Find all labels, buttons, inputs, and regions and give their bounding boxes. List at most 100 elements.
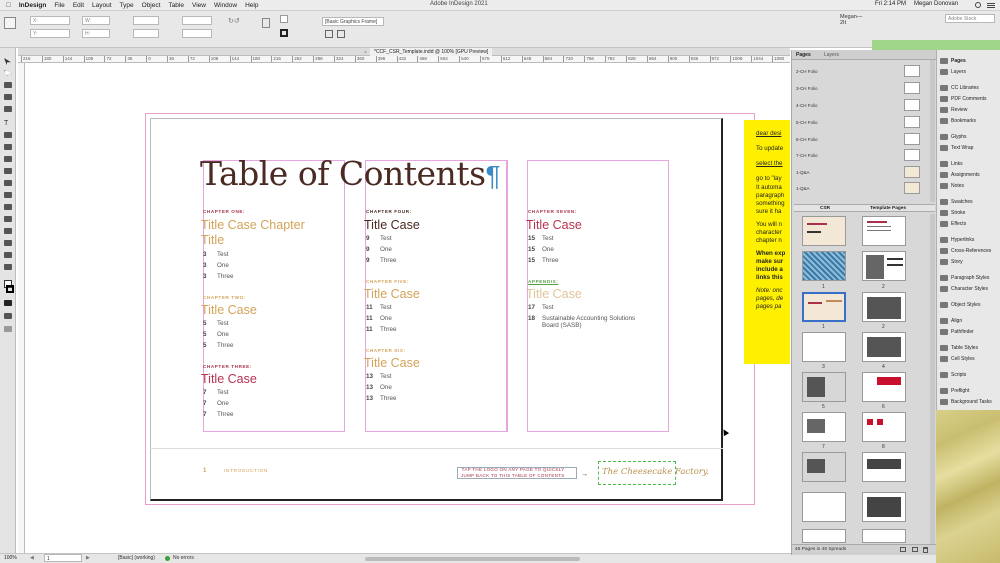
dock-item-hyperlinks[interactable]: Hyperlinks [951,237,974,243]
master-folio[interactable]: 7-CH Folio [796,153,818,158]
line-tool-icon[interactable] [4,132,12,138]
zoom-level[interactable]: 100% [4,555,17,561]
page-thumbnail[interactable] [802,332,846,362]
dock-item-bookmarks[interactable]: Bookmarks [951,118,976,124]
master-folio[interactable]: 5-CH Folio [796,120,818,125]
tab-pages[interactable]: Pages [796,52,811,58]
toc-entry[interactable]: 3 Three [203,273,233,280]
toc-entry[interactable]: 9 Three [366,257,396,264]
toc-entry[interactable]: 9 One [366,246,392,253]
menu-type[interactable]: Type [120,2,134,9]
csr-dropdown[interactable]: CSR [820,206,830,211]
zoom-tool-icon[interactable] [4,264,12,270]
screen-mode-icon[interactable] [4,326,12,332]
dock-item-cross-references[interactable]: Cross-References [951,248,991,254]
frame-style-select[interactable]: [Basic Graphics Frame] [322,17,384,26]
document-tab[interactable]: × *CCF_CSR_Template.indd @ 100% [GPU Pre… [364,48,493,56]
dock-item-character-styles[interactable]: Character Styles [951,286,988,292]
hand-tool-icon[interactable] [4,252,12,258]
width-field[interactable]: W: [82,16,110,25]
toc-entry[interactable]: 18 Sustainable Accounting Solutions [528,315,635,322]
toc-entry[interactable]: 7 One [203,400,229,407]
eyedropper-tool-icon[interactable] [4,240,12,246]
gap-tool-icon[interactable] [4,94,12,100]
dock-item-review[interactable]: Review [951,107,967,113]
page-thumbnail[interactable] [802,251,846,281]
stroke-color-swatch[interactable] [6,285,14,293]
pen-tool-icon[interactable] [4,144,12,150]
dock-item-story[interactable]: Story [951,259,963,265]
toc-entry[interactable]: 13 Three [366,395,396,402]
toc-entry[interactable]: 11 Three [366,326,396,333]
toc-entry[interactable]: 5 Test [203,320,229,327]
next-page-icon[interactable]: ▶ [86,555,90,561]
template-dropdown[interactable]: Template Pages [870,206,906,211]
master-thumb[interactable] [904,182,920,194]
toc-entry[interactable]: 13 Test [366,373,392,380]
master-folio[interactable]: 2-CH Folio [796,69,818,74]
vertical-ruler[interactable] [18,63,25,553]
horizontal-scrollbar[interactable] [365,557,580,561]
menu-window[interactable]: Window [214,2,237,9]
page-thumbnail[interactable] [862,251,906,281]
master-folio[interactable]: 6-CH Folio [796,137,818,142]
dock-item-notes[interactable]: Notes [951,183,964,189]
text-frame-icon[interactable] [262,18,270,28]
masters-scrollbar[interactable] [930,60,935,202]
scale-x-field[interactable] [133,16,159,25]
preflight-errors[interactable]: No errors [173,555,194,561]
dock-item-text-wrap[interactable]: Text Wrap [951,145,973,151]
dock-item-pdf-comments[interactable]: PDF Comments [951,96,987,102]
toc-entry[interactable]: 7 Three [203,411,233,418]
note-tool-icon[interactable] [4,228,12,234]
master-folio[interactable]: 4-CH Folio [796,103,818,108]
master-thumb[interactable] [904,149,920,161]
dock-item-cell-styles[interactable]: Cell Styles [951,356,975,362]
master-thumb[interactable] [904,82,920,94]
page-thumbnail[interactable] [802,452,846,482]
menu-help[interactable]: Help [245,2,258,9]
toc-entry[interactable]: 3 Test [203,251,229,258]
search-icon[interactable] [975,2,981,8]
dock-item-scripts[interactable]: Scripts [951,372,966,378]
fill-swatch[interactable] [280,15,288,23]
toc-entry[interactable]: 13 One [366,384,392,391]
page-thumbnail-selected[interactable] [802,292,846,322]
formatting-affects-container-icon[interactable] [4,313,12,319]
dock-item-effects[interactable]: Effects [951,221,966,227]
scale-y-field[interactable] [133,29,159,38]
page-thumbnail[interactable] [802,529,846,543]
selection-tool-icon[interactable] [4,58,11,65]
toc-entry[interactable]: 15 Test [528,235,554,242]
prev-page-icon[interactable]: ◀ [30,555,34,561]
dock-item-preflight[interactable]: Preflight [951,388,969,394]
page-thumbnail[interactable] [802,372,846,402]
sticky-note[interactable]: dear desi To update select the go to "la… [744,120,790,364]
pencil-tool-icon[interactable] [4,156,12,162]
page-thumbnail[interactable] [862,452,906,482]
menu-edit[interactable]: Edit [73,2,84,9]
page-thumbnail[interactable] [802,492,846,522]
page-thumbnail[interactable] [802,412,846,442]
toc-entry[interactable]: Board (SASB) [528,322,582,329]
dock-item-assignments[interactable]: Assignments [951,172,980,178]
page-thumbnail[interactable] [862,216,906,246]
horizontal-ruler[interactable]: 216 180 144 108 72 36 0 36 72 108 144 180 216 252 288 3… [18,56,790,63]
toc-entry[interactable]: 5 Three [203,342,233,349]
toc-entry[interactable]: 7 Test [203,389,229,396]
reference-point-icon[interactable] [4,17,16,29]
menu-layout[interactable]: Layout [92,2,112,9]
type-tool-icon[interactable]: T [4,120,12,128]
page-thumbnail[interactable] [862,492,906,522]
page-tool-icon[interactable] [4,82,12,88]
pasteboard[interactable]: Table of Contents¶ CHAPTER ONE: Title Ca… [25,63,790,553]
master-folio[interactable]: 3-CH Folio [796,86,818,91]
master-folio[interactable]: 1-Q&A [796,170,810,175]
direct-selection-tool-icon[interactable] [4,70,12,76]
page-number-field[interactable]: 1 [44,554,82,562]
app-menu[interactable]: InDesign [19,2,46,9]
apply-color-icon[interactable] [4,300,12,306]
master-thumb[interactable] [904,116,920,128]
page-thumbnail[interactable] [862,332,906,362]
tab-layers[interactable]: Layers [824,52,839,58]
